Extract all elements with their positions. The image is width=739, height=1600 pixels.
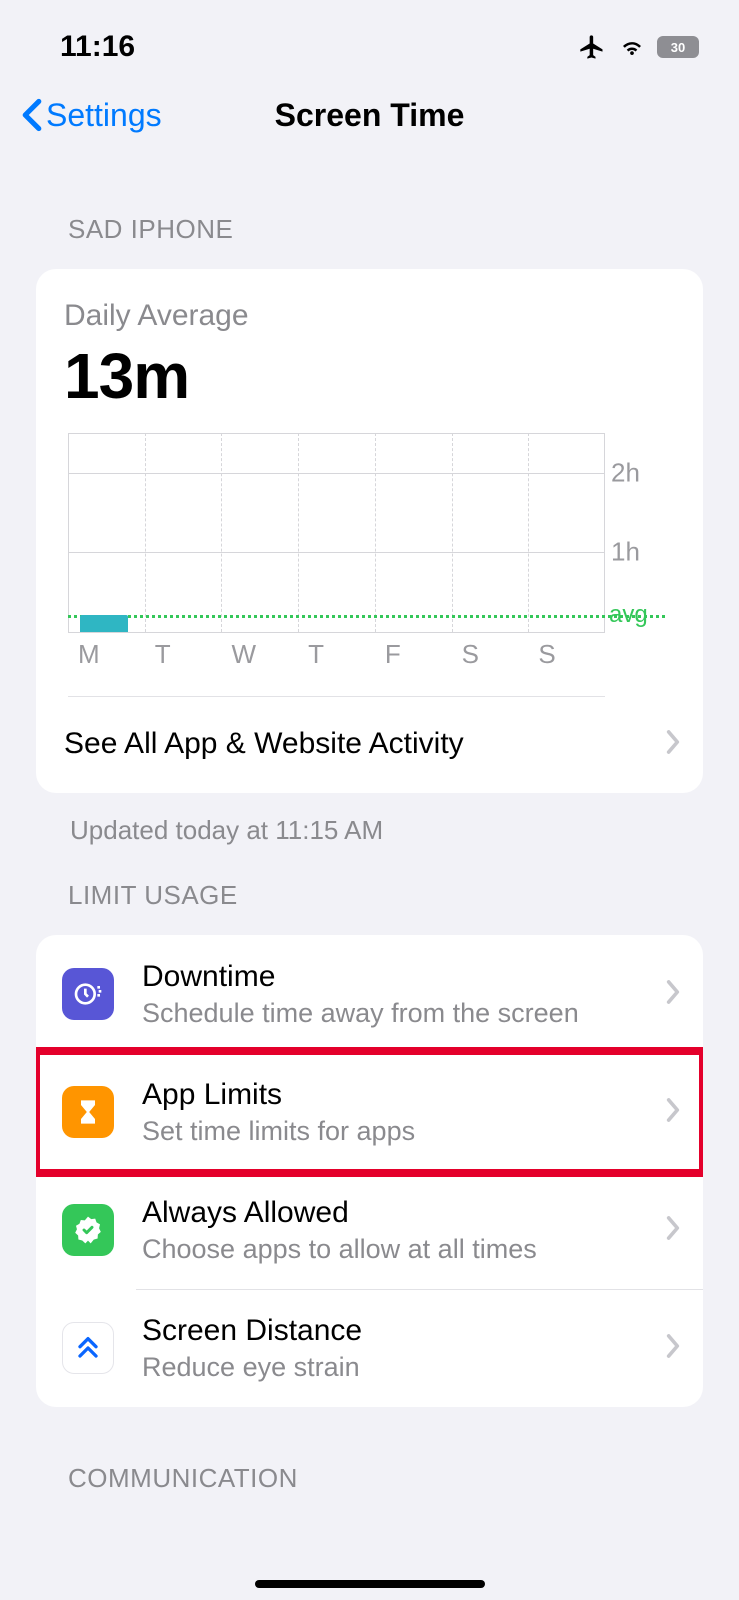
chevron-right-icon [665, 1333, 681, 1364]
nav-bar: Settings Screen Time [0, 70, 739, 160]
usage-chart: 1h2havg MTWTFSS [64, 413, 675, 697]
list-item-title: App Limits [142, 1078, 665, 1112]
back-button[interactable]: Settings [20, 97, 162, 134]
chevron-right-icon [665, 1215, 681, 1246]
see-all-activity-label: See All App & Website Activity [64, 727, 464, 761]
limit-usage-card: Downtime Schedule time away from the scre… [36, 935, 703, 1407]
list-item-subtitle: Schedule time away from the screen [142, 998, 665, 1029]
list-item-downtime[interactable]: Downtime Schedule time away from the scre… [36, 935, 703, 1053]
chevron-left-icon [20, 98, 44, 132]
daily-average-value: 13m [64, 339, 675, 413]
wifi-icon [617, 35, 647, 59]
section-header-limit-usage: LIMIT USAGE [0, 846, 739, 921]
status-icons: 30 [577, 33, 699, 61]
see-all-activity-row[interactable]: See All App & Website Activity [36, 697, 703, 793]
section-header-device: SAD IPHONE [0, 160, 739, 255]
list-item-title: Always Allowed [142, 1196, 665, 1230]
list-item-title: Screen Distance [142, 1314, 665, 1348]
back-label: Settings [46, 97, 162, 134]
list-item-subtitle: Choose apps to allow at all times [142, 1234, 665, 1265]
updated-label: Updated today at 11:15 AM [0, 793, 739, 846]
section-header-communication: COMMUNICATION [0, 1407, 739, 1504]
hourglass-icon [62, 1086, 114, 1138]
downtime-icon [62, 968, 114, 1020]
check-badge-icon [62, 1204, 114, 1256]
daily-average-label: Daily Average [64, 299, 675, 333]
battery-icon: 30 [657, 36, 699, 58]
status-time: 11:16 [60, 30, 135, 64]
airplane-icon [577, 33, 607, 61]
chevrons-up-icon [62, 1322, 114, 1374]
list-item-chevrons-up[interactable]: Screen Distance Reduce eye strain [36, 1289, 703, 1407]
chart-bar [80, 615, 128, 632]
summary-card: Daily Average 13m 1h2havg MTWTFSS See Al… [36, 269, 703, 793]
list-item-title: Downtime [142, 960, 665, 994]
home-indicator[interactable] [255, 1580, 485, 1588]
list-item-hourglass[interactable]: App Limits Set time limits for apps [36, 1053, 703, 1171]
list-item-subtitle: Reduce eye strain [142, 1352, 665, 1383]
chevron-right-icon [665, 1097, 681, 1128]
chevron-right-icon [665, 729, 681, 760]
list-item-subtitle: Set time limits for apps [142, 1116, 665, 1147]
chevron-right-icon [665, 979, 681, 1010]
list-item-check-badge[interactable]: Always Allowed Choose apps to allow at al… [36, 1171, 703, 1289]
status-bar: 11:16 30 [0, 0, 739, 70]
